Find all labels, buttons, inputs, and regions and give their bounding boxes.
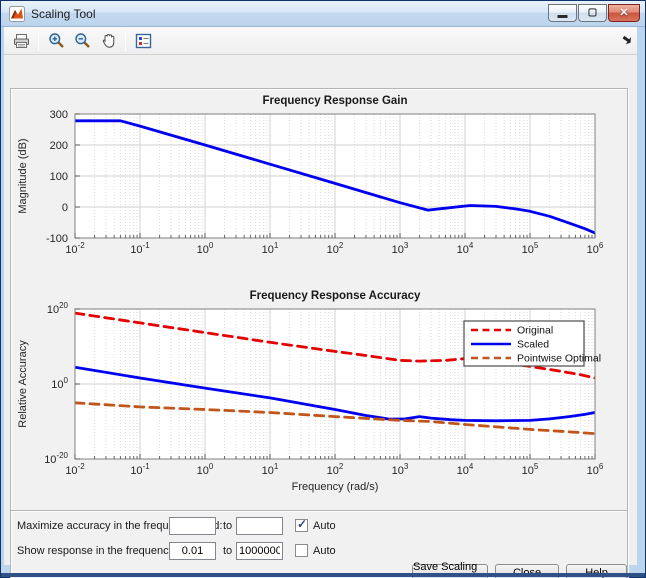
x-tick-label: 105 <box>522 241 539 256</box>
x-tick-label: 102 <box>327 462 344 477</box>
figure-workspace: 10-2 10-1 100 101 102 103 104 105 106 300 200 100 0 -… <box>4 55 637 578</box>
x-tick-label: 10-2 <box>65 241 85 256</box>
x-tick-label: 10-2 <box>65 462 85 477</box>
y-tick-label: 1020 <box>47 301 69 316</box>
show-band-to-field[interactable] <box>236 542 283 560</box>
toolbar-separator <box>125 30 126 51</box>
zoom-out-button[interactable] <box>70 29 94 53</box>
zoom-out-icon <box>74 33 90 48</box>
legend-toggle-button[interactable] <box>131 29 155 53</box>
scaling-tool-window: Scaling Tool ▬ ▢ ✕ 10-2 10-1 100 101 102… <box>0 0 646 578</box>
show-auto-label: Auto <box>313 545 336 557</box>
show-auto-checkbox[interactable]: ✓ <box>295 544 308 557</box>
toolbar <box>4 27 637 55</box>
to-label: to <box>223 520 233 532</box>
x-tick-label: 104 <box>457 241 474 256</box>
legend-label-2: Pointwise Optimal <box>517 353 601 365</box>
window-title: Scaling Tool <box>31 6 96 21</box>
maximize-auto-checkbox[interactable]: ✓ <box>295 517 308 532</box>
maximize-auto-label: Auto <box>313 520 336 532</box>
x-tick-label: 106 <box>587 462 604 477</box>
x-tick-label: 100 <box>197 462 214 477</box>
x-tick-label: 102 <box>327 241 344 256</box>
charts-canvas: 10-2 10-1 100 101 102 103 104 105 106 300 200 100 0 -… <box>17 95 604 493</box>
panel-divider <box>11 510 627 511</box>
y-tick-label: 100 <box>50 171 68 183</box>
x-tick-label: 103 <box>392 462 409 477</box>
maximize-button[interactable]: ▢ <box>578 4 607 22</box>
legend[interactable]: Original Scaled Pointwise Optimal <box>463 320 601 367</box>
y-tick-label: 10-20 <box>44 451 68 466</box>
maximize-band-to-field[interactable] <box>236 517 283 535</box>
window-bottom-border <box>1 573 645 577</box>
pan-hand-icon <box>102 34 114 48</box>
y-tick-label: -100 <box>46 233 68 245</box>
pan-button[interactable] <box>96 29 120 53</box>
to-label: to <box>223 545 233 557</box>
toolbar-separator <box>38 30 39 51</box>
y-tick-label: 300 <box>50 109 68 121</box>
maximize-icon: ▢ <box>587 7 598 18</box>
minimize-button[interactable]: ▬ <box>548 4 577 22</box>
zoom-in-button[interactable] <box>44 29 68 53</box>
zoom-in-icon <box>48 33 64 48</box>
plot-title: Frequency Response Gain <box>262 95 407 107</box>
x-tick-label: 101 <box>262 241 279 256</box>
legend-icon <box>135 33 151 48</box>
legend-label-0: Original <box>517 325 553 337</box>
y-tick-label: 0 <box>62 202 68 214</box>
y-axis-label: Relative Accuracy <box>17 340 29 428</box>
x-tick-label: 10-1 <box>130 241 150 256</box>
x-tick-label: 101 <box>262 462 279 477</box>
y-tick-label: 100 <box>51 376 68 391</box>
show-band-from-field[interactable] <box>169 542 216 560</box>
y-axis-label: Magnitude (dB) <box>17 138 29 213</box>
minimize-icon: ▬ <box>557 10 568 21</box>
scaling-panel: 10-2 10-1 100 101 102 103 104 105 106 300 200 100 0 -… <box>10 88 628 578</box>
legend-label-1: Scaled <box>517 339 549 351</box>
toolbar-overflow-icon[interactable] <box>621 33 633 45</box>
x-tick-label: 105 <box>522 462 539 477</box>
check-icon: ✓ <box>297 517 308 531</box>
print-icon <box>13 33 29 48</box>
print-button[interactable] <box>9 29 33 53</box>
x-axis-label: Frequency (rad/s) <box>292 481 379 493</box>
client-area: 10-2 10-1 100 101 102 103 104 105 106 300 200 100 0 -… <box>4 27 637 578</box>
matlab-icon[interactable] <box>9 5 25 22</box>
close-icon: ✕ <box>619 6 629 19</box>
x-tick-label: 10-1 <box>130 462 150 477</box>
plot-title: Frequency Response Accuracy <box>250 290 421 302</box>
maximize-band-from-field[interactable] <box>169 517 216 535</box>
x-tick-label: 106 <box>587 241 604 256</box>
titlebar[interactable]: Scaling Tool ▬ ▢ ✕ <box>1 1 645 27</box>
x-tick-label: 103 <box>392 241 409 256</box>
y-tick-label: 200 <box>50 140 68 152</box>
x-tick-label: 104 <box>457 462 474 477</box>
x-tick-label: 100 <box>197 241 214 256</box>
close-button[interactable]: ✕ <box>608 4 640 22</box>
